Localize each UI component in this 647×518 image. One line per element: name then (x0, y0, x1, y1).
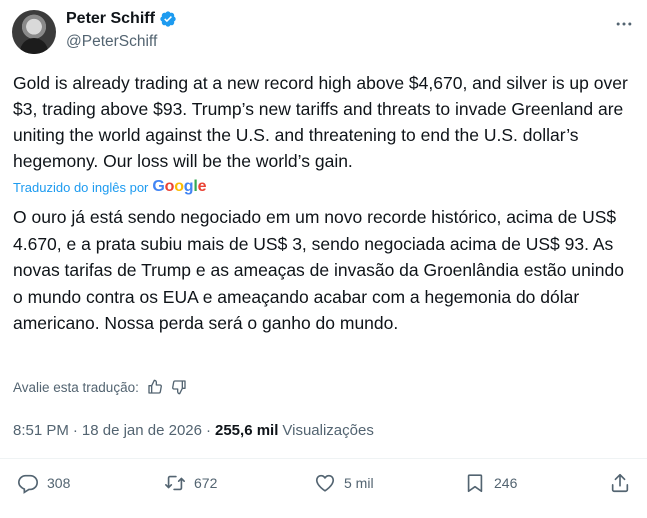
reply-icon (18, 474, 38, 494)
tweet-time[interactable]: 8:51 PM (13, 422, 69, 439)
avatar[interactable] (12, 10, 56, 54)
share-button[interactable] (609, 472, 631, 494)
google-logo: Google (152, 178, 207, 195)
tweet-text: Gold is already trading at a new record … (13, 73, 628, 171)
tweet-header: Peter Schiff @PeterSchiff (12, 8, 636, 58)
bookmark-button[interactable]: 246 (464, 472, 517, 494)
repost-count: 672 (194, 475, 218, 491)
tweet-date[interactable]: 18 de jan de 2026 (82, 422, 202, 439)
translation-attribution[interactable]: Traduzido do inglês por Google (13, 178, 207, 196)
more-icon[interactable] (614, 14, 634, 34)
like-icon (315, 474, 335, 492)
bookmark-icon (467, 474, 483, 493)
like-count: 5 mil (344, 475, 374, 491)
reply-count: 308 (47, 475, 71, 491)
repost-button[interactable]: 672 (164, 472, 217, 494)
bookmark-count: 246 (494, 475, 518, 491)
share-icon (611, 473, 629, 493)
meta-separator-2: · (206, 422, 211, 439)
thumbs-up-icon[interactable] (147, 379, 163, 395)
rate-label: Avalie esta tradução: (13, 379, 139, 395)
views-label: Visualizações (282, 422, 374, 439)
tweet-meta: 8:51 PM · 18 de jan de 2026 · 255,6 mil … (13, 422, 374, 439)
translation-label[interactable]: Traduzido do inglês por (13, 180, 148, 195)
meta-separator: · (72, 422, 78, 439)
divider (0, 458, 647, 459)
reply-button[interactable]: 308 (17, 472, 70, 494)
translated-text: O ouro já está sendo negociado em um nov… (13, 207, 624, 333)
like-button[interactable]: 5 mil (314, 472, 374, 494)
author-name-row[interactable]: Peter Schiff (66, 10, 177, 28)
repost-icon (165, 475, 185, 491)
rate-translation: Avalie esta tradução: (13, 379, 187, 395)
author-handle[interactable]: @PeterSchiff (66, 33, 157, 51)
verified-badge-icon (160, 11, 176, 27)
thumbs-down-icon[interactable] (171, 379, 187, 395)
views-count: 255,6 mil (215, 422, 279, 439)
author-name[interactable]: Peter Schiff (66, 10, 155, 28)
action-bar: 308 672 5 mil 246 (13, 472, 633, 500)
